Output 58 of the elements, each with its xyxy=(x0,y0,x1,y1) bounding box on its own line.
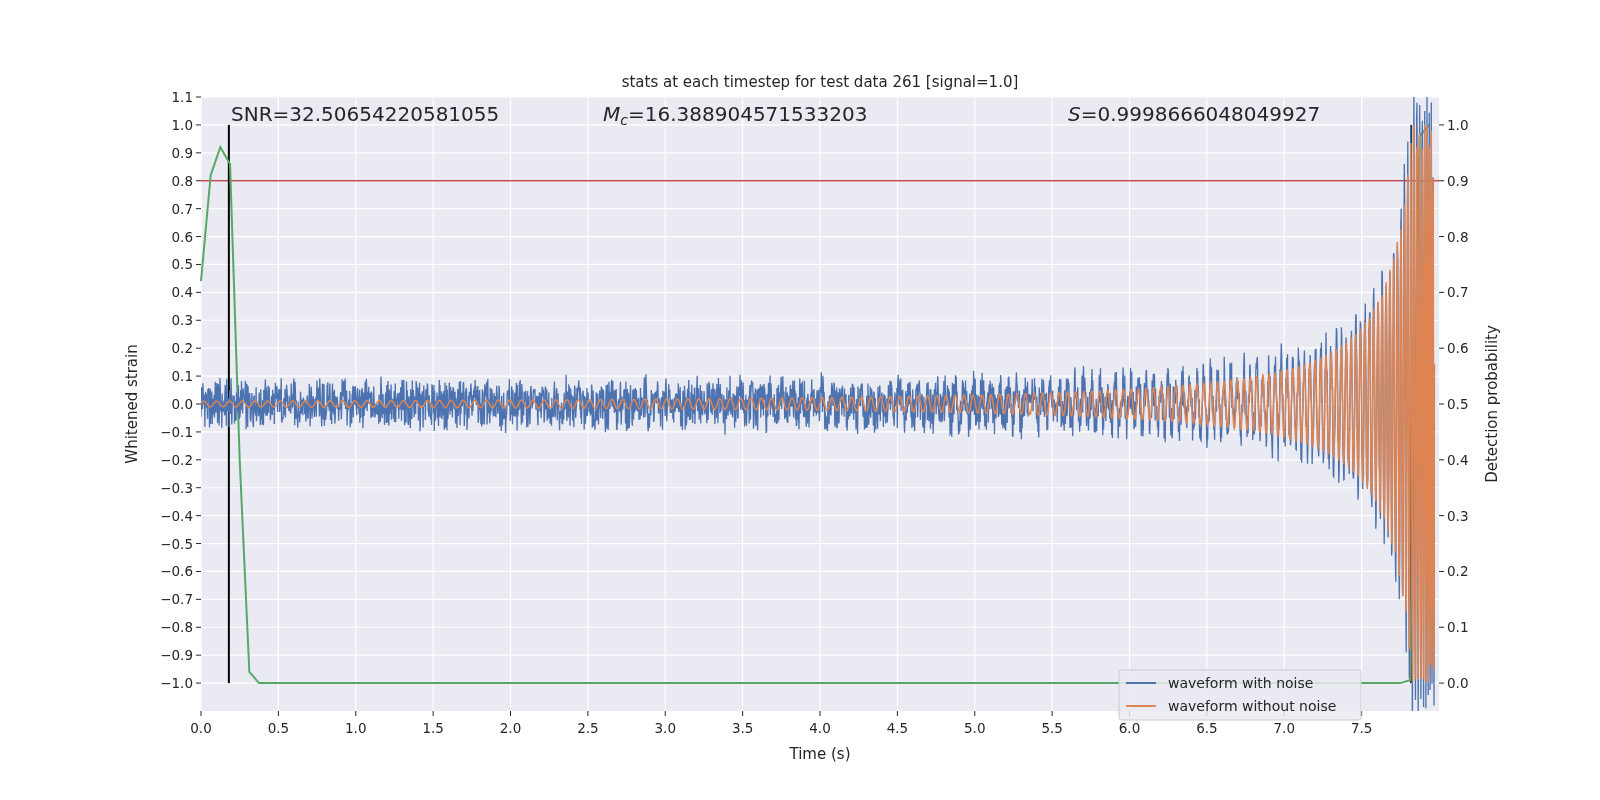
y-tick-label: 0.2 xyxy=(1447,563,1469,580)
y-tick-label: 0.7 xyxy=(1447,284,1469,301)
x-tick-label: 5.0 xyxy=(964,720,986,736)
x-tick-label: 7.5 xyxy=(1350,720,1373,736)
y-tick-label: 0.5 xyxy=(171,256,193,273)
y-tick-label: 0.4 xyxy=(1447,451,1469,468)
y-tick-label: −0.8 xyxy=(160,619,193,636)
x-tick-label: 6.5 xyxy=(1196,720,1218,736)
x-tick-label: 4.0 xyxy=(809,720,831,736)
y-tick-label: −0.4 xyxy=(160,507,193,524)
x-tick-label: 4.5 xyxy=(886,720,909,736)
x-tick-label: 3.5 xyxy=(731,720,754,736)
x-tick-label: 2.5 xyxy=(577,720,599,736)
y-tick-label: 1.0 xyxy=(1447,116,1469,133)
y-tick-label: 0.5 xyxy=(1447,396,1469,412)
x-tick-label: 1.5 xyxy=(422,720,444,736)
x-tick-label: 2.0 xyxy=(499,720,522,736)
y-tick-label: −0.1 xyxy=(160,423,193,440)
y-tick-label: 0.4 xyxy=(171,284,193,301)
y-tick-label: 0.6 xyxy=(171,228,193,245)
chart-title: stats at each timestep for test data 261 [signal=1.0] xyxy=(621,73,1019,91)
y-tick-label: 0.7 xyxy=(171,200,193,217)
y-tick-label: 1.1 xyxy=(171,89,193,105)
x-tick-label: 7.0 xyxy=(1273,720,1295,736)
y-tick-label: −0.5 xyxy=(160,535,193,552)
y-tick-label: −0.6 xyxy=(160,563,193,580)
y-tick-label: 0.9 xyxy=(171,144,193,161)
y-tick-label: 0.2 xyxy=(171,340,193,357)
y-tick-label: 1.0 xyxy=(171,116,193,133)
legend-label: waveform with noise xyxy=(1168,675,1314,691)
x-tick-label: 1.0 xyxy=(345,720,367,736)
y-tick-label: 0.8 xyxy=(171,172,193,189)
x-tick-label: 5.5 xyxy=(1041,720,1063,736)
y-tick-label: 0.1 xyxy=(171,368,193,385)
y-tick-label: −1.0 xyxy=(160,675,193,692)
y-tick-label: −0.2 xyxy=(160,451,193,468)
y-axis-label: Whitened strain xyxy=(123,344,141,464)
y-axis-label: Detection probability xyxy=(1483,325,1501,483)
x-tick-label: 3.0 xyxy=(654,720,676,736)
stat-label: SNR=32.50654220581055 xyxy=(231,102,500,126)
y-tick-label: 0.1 xyxy=(1447,619,1469,636)
stat-label: S=0.9998666048049927 xyxy=(1068,102,1321,126)
y-tick-label: −0.3 xyxy=(160,479,193,496)
y-tick-label: 0.8 xyxy=(1447,228,1469,245)
y-tick-label: −0.9 xyxy=(160,647,193,664)
x-axis-label: Time (s) xyxy=(789,745,851,763)
legend-label: waveform without noise xyxy=(1168,698,1337,714)
x-tick-label: 0.0 xyxy=(190,720,212,736)
stat-label: M$_{c}$=16.388904571533203 xyxy=(603,102,868,126)
x-tick-label: 0.5 xyxy=(267,720,290,736)
y-tick-label: 0.3 xyxy=(171,312,193,329)
y-tick-label: 0.0 xyxy=(171,396,193,412)
y-tick-label: 0.3 xyxy=(1447,507,1469,524)
y-tick-label: 0.6 xyxy=(1447,340,1469,357)
y-tick-label: −0.7 xyxy=(160,591,193,608)
y-tick-label: 0.9 xyxy=(1447,172,1469,189)
x-tick-label: 6.0 xyxy=(1118,720,1141,736)
y-tick-label: 0.0 xyxy=(1447,675,1469,692)
